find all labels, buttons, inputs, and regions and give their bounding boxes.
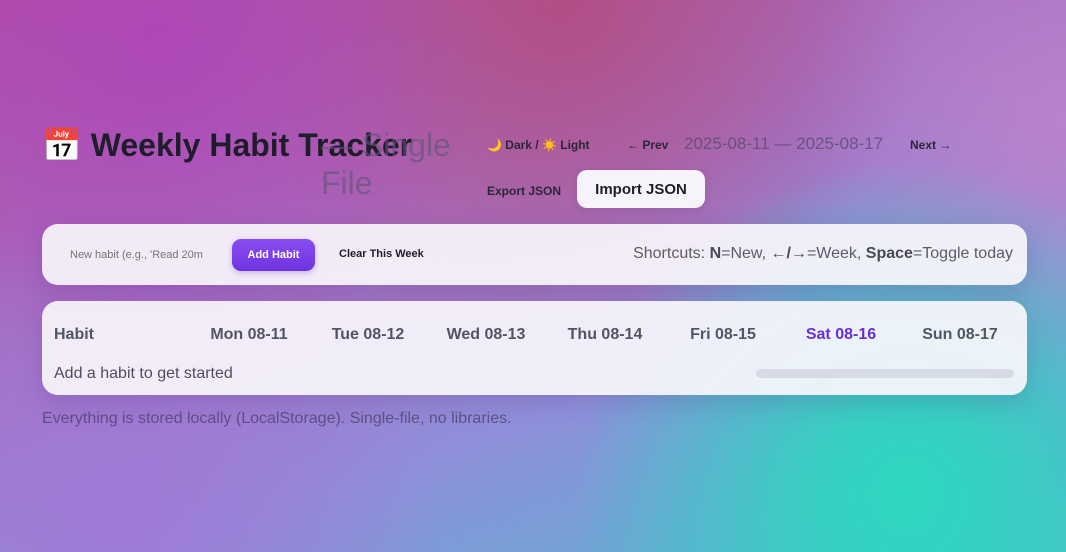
day-header-sat-today: Sat 08-16 <box>805 326 877 343</box>
import-json-button[interactable]: Import JSON <box>577 170 705 208</box>
habit-grid: Habit Mon 08-11 Tue 08-12 Wed 08-13 Thu … <box>42 301 1027 395</box>
day-header-mon: Mon 08-11 <box>210 326 288 343</box>
storage-note: Everything is stored locally (LocalStora… <box>42 410 512 427</box>
day-header-wed: Wed 08-13 <box>446 326 526 343</box>
shortcut-week-key: ←/→ <box>770 245 807 262</box>
prev-week-button[interactable]: ← Prev <box>621 136 674 154</box>
shortcut-toggle-key: Space <box>865 245 913 262</box>
add-habit-button[interactable]: Add Habit <box>232 239 315 271</box>
next-week-button[interactable]: Next → <box>904 136 957 154</box>
shortcut-week-text: =Week, <box>806 245 866 262</box>
day-header-fri: Fri 08-15 <box>690 326 756 343</box>
export-json-button[interactable]: Export JSON <box>481 182 567 200</box>
theme-toggle-button[interactable]: 🌙 Dark / ☀️ Light <box>481 136 596 154</box>
shortcuts-prefix: Shortcuts: <box>633 245 710 262</box>
day-header-sun: Sun 08-17 <box>922 326 998 343</box>
day-header-tue: Tue 08-12 <box>331 326 405 343</box>
week-range-label: 2025-08-11 — 2025-08-17 <box>684 134 884 153</box>
horizontal-scrollbar[interactable] <box>756 369 1014 378</box>
page-subtitle: — Single File <box>321 127 451 201</box>
empty-state-message: Add a habit to get started <box>54 365 233 382</box>
day-header-thu: Thu 08-14 <box>567 326 643 343</box>
calendar-icon: 📅 <box>42 127 82 163</box>
new-habit-input[interactable] <box>68 248 222 262</box>
shortcut-new-text: =New, <box>721 245 771 262</box>
shortcuts-hint: Shortcuts: N=New, ←/→=Week, Space=Toggle… <box>633 245 1013 263</box>
shortcut-toggle-text: =Toggle today <box>912 245 1013 262</box>
shortcut-new-key: N <box>709 245 722 262</box>
clear-week-button[interactable]: Clear This Week <box>339 248 424 260</box>
habit-toolbar: Add Habit Clear This Week Shortcuts: N=N… <box>42 224 1027 285</box>
habit-column-header: Habit <box>54 326 94 343</box>
